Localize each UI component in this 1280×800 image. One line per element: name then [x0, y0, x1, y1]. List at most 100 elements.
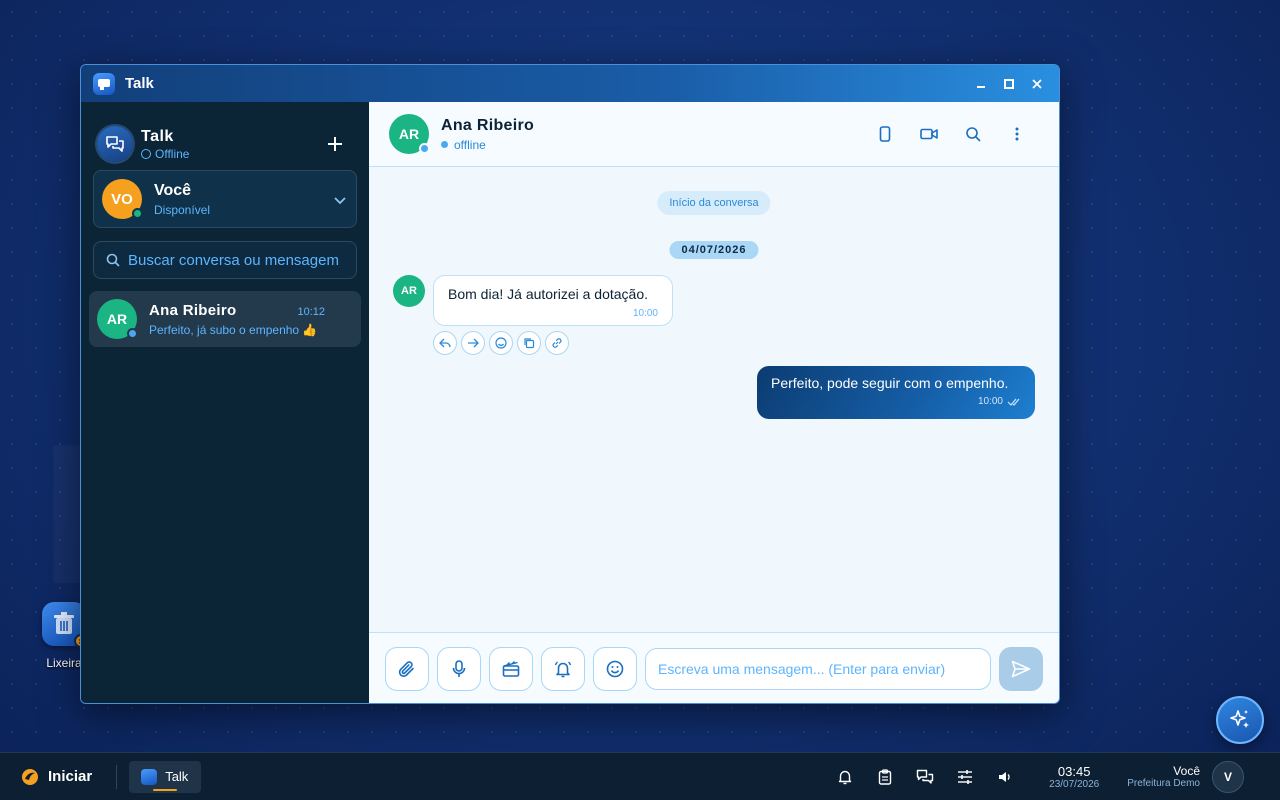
more-options-button[interactable]: [995, 118, 1039, 150]
user-avatar[interactable]: V: [1212, 760, 1244, 793]
start-label: Iniciar: [48, 768, 93, 785]
outgoing-message-bubble[interactable]: Perfeito, pode seguir com o empenho. 10:…: [757, 366, 1035, 419]
talk-window: Talk Talk Offline VO Você Disponível Bus…: [80, 64, 1060, 704]
new-conversation-button[interactable]: [321, 130, 349, 158]
sidebar-header: Talk Offline: [81, 102, 369, 170]
chat-bubbles-icon: [97, 126, 133, 162]
search-icon: [966, 127, 981, 142]
clipboard-button[interactable]: [865, 761, 905, 793]
search-icon: [106, 253, 120, 267]
forward-button[interactable]: [461, 331, 485, 355]
offline-ring-icon: [141, 148, 151, 159]
sidebar: Talk Offline VO Você Disponível Buscar c…: [81, 102, 369, 703]
active-app-indicator: [153, 788, 178, 791]
chat-contact-status-text: offline: [454, 137, 486, 152]
forward-icon: [468, 338, 479, 348]
status-dot-icon: [441, 141, 448, 148]
sidebar-app-status: Offline: [141, 147, 189, 161]
user-name: Você: [1173, 764, 1200, 778]
offline-status-dot: [419, 143, 430, 154]
user-org: Prefeitura Demo: [1127, 778, 1200, 789]
start-button[interactable]: Iniciar: [0, 767, 92, 787]
my-avatar: VO: [102, 179, 143, 219]
send-button[interactable]: [999, 646, 1043, 691]
clipboard-icon: [878, 768, 892, 785]
emoji-button[interactable]: [593, 646, 637, 691]
notifications-button[interactable]: [825, 761, 865, 793]
phone-icon: [879, 126, 891, 142]
react-button[interactable]: [489, 331, 513, 355]
emoji-icon: [606, 660, 624, 677]
copy-button[interactable]: [517, 331, 541, 355]
message-list: Início da conversa 04/07/2026 AR Bom dia…: [369, 167, 1059, 632]
more-vertical-icon: [1015, 127, 1019, 141]
emoji-icon: [495, 337, 507, 349]
phone-call-button[interactable]: [863, 118, 907, 150]
chat-bubbles-icon: [916, 769, 934, 784]
chat-header: AR Ana Ribeiro offline: [369, 102, 1059, 167]
search-messages-button[interactable]: [951, 118, 995, 150]
media-button[interactable]: [489, 646, 533, 691]
system-tray: 03:45 23/07/2026 Você Prefeitura Demo V: [825, 760, 1280, 793]
sender-avatar-initials: AR: [401, 285, 417, 297]
contact-avatar: AR: [97, 299, 138, 339]
clock[interactable]: 03:45 23/07/2026: [1039, 764, 1109, 790]
sidebar-app-status-text: Offline: [155, 146, 190, 161]
conversation-item-ana-ribeiro[interactable]: AR Ana Ribeiro 10:12 Perfeito, já subo o…: [89, 291, 361, 347]
double-check-icon: [1007, 398, 1020, 406]
search-input[interactable]: [128, 251, 348, 269]
chat-tray-button[interactable]: [905, 761, 945, 793]
minimize-button[interactable]: [967, 65, 995, 102]
conversation-name: Ana Ribeiro: [149, 301, 237, 319]
chat-contact-status: offline: [441, 138, 534, 152]
user-info: Você Prefeitura Demo: [1127, 764, 1200, 789]
message-actions: [433, 331, 573, 355]
bell-icon: [838, 770, 852, 784]
alert-button[interactable]: [541, 646, 585, 691]
taskbar-divider: [116, 764, 118, 789]
start-logo-icon: [22, 768, 38, 785]
window-title: Talk: [125, 75, 154, 92]
my-status-card[interactable]: VO Você Disponível: [93, 170, 357, 228]
chat-contact-initials: AR: [398, 126, 420, 142]
taskbar-app-talk[interactable]: Talk: [129, 760, 202, 793]
voice-message-button[interactable]: [437, 646, 481, 691]
incoming-message-bubble[interactable]: Bom dia! Já autorizei a dotação. 10:00: [433, 275, 673, 326]
maximize-button[interactable]: [995, 65, 1023, 102]
attach-button[interactable]: [385, 646, 429, 691]
microphone-icon: [452, 659, 466, 677]
video-icon: [920, 128, 938, 140]
volume-button[interactable]: [985, 761, 1025, 793]
offline-status-dot: [127, 328, 138, 339]
my-status: Disponível: [154, 202, 211, 217]
copy-icon: [524, 338, 535, 349]
taskbar: Iniciar Talk 03:45 23/07/2026 Você Prefe…: [0, 752, 1280, 800]
chat-contact-avatar[interactable]: AR: [389, 114, 430, 154]
reply-button[interactable]: [433, 331, 457, 355]
my-avatar-initials: VO: [111, 190, 133, 208]
link-icon: [552, 338, 562, 348]
maximize-icon: [1004, 78, 1014, 89]
paperclip-icon: [398, 660, 414, 677]
bell-ringing-icon: [554, 660, 572, 677]
message-input[interactable]: [645, 647, 991, 690]
message-time: 10:00: [632, 308, 658, 319]
video-call-button[interactable]: [907, 118, 951, 150]
taskbar-app-label: Talk: [165, 769, 189, 784]
sidebar-app-name: Talk: [141, 127, 174, 145]
talk-app-icon: [141, 768, 158, 785]
ai-assistant-button[interactable]: [1216, 696, 1264, 744]
minimize-icon: [977, 85, 985, 88]
copy-link-button[interactable]: [545, 331, 569, 355]
conversation-search: [93, 241, 357, 279]
speaker-icon: [999, 771, 1010, 782]
close-button[interactable]: [1023, 65, 1051, 102]
close-icon: [1032, 78, 1042, 89]
message-text: Bom dia! Já autorizei a dotação.: [448, 286, 649, 302]
settings-sliders-button[interactable]: [945, 761, 985, 793]
send-icon: [1011, 660, 1031, 677]
conversation-preview: Perfeito, já subo o empenho 👍: [149, 322, 318, 337]
clapperboard-icon: [502, 660, 520, 677]
incoming-message: AR Bom dia! Já autorizei a dotação. 10:0…: [393, 275, 673, 326]
window-titlebar[interactable]: Talk: [81, 65, 1059, 102]
